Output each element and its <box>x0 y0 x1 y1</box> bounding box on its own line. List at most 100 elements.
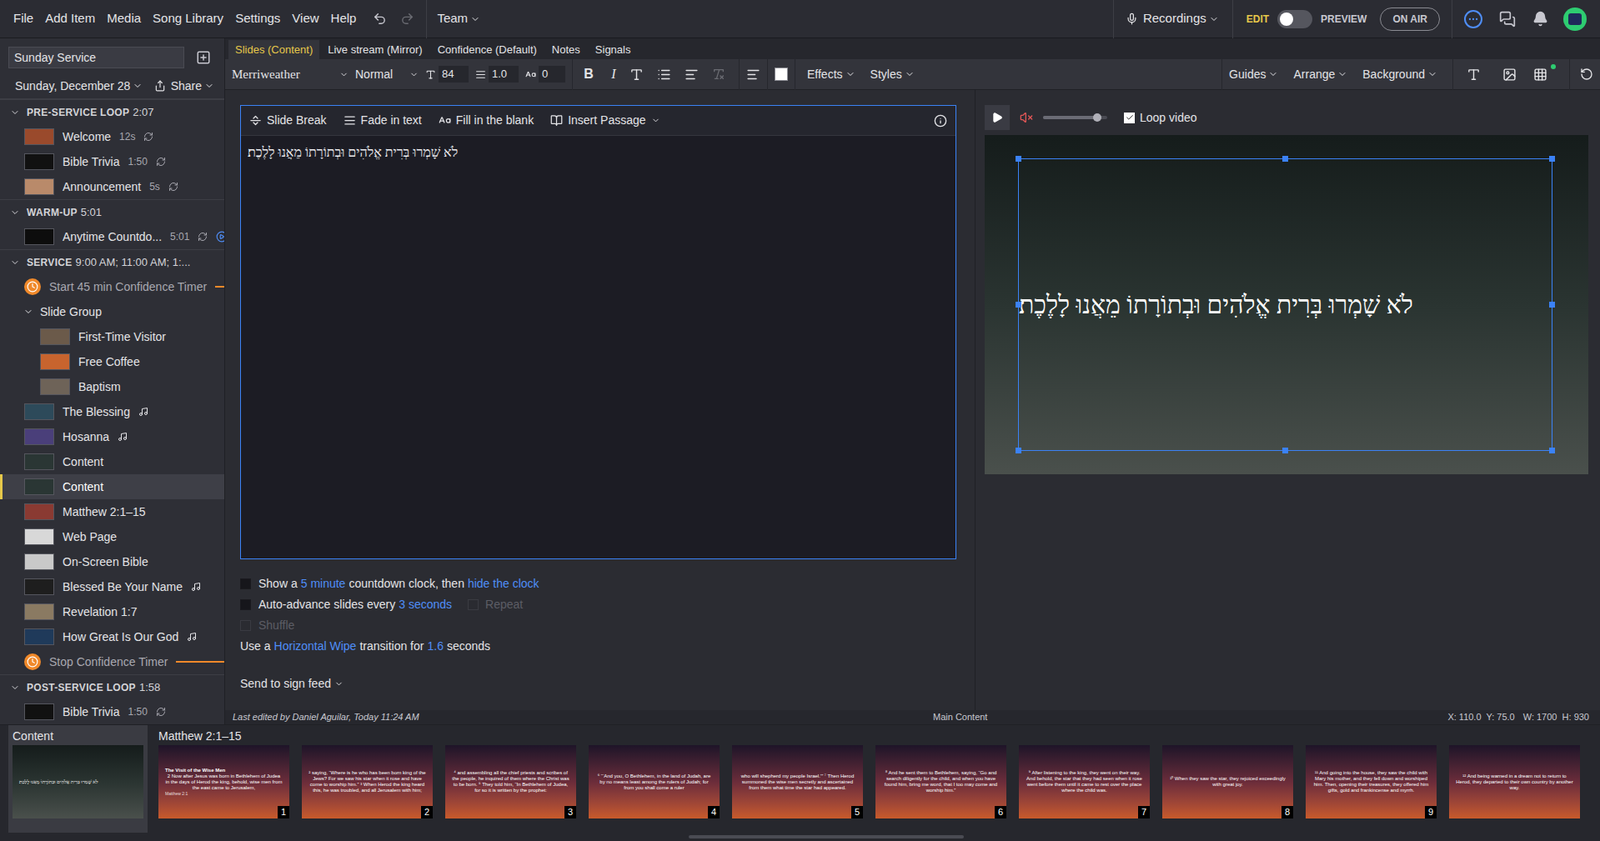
menu-item[interactable]: Settings <box>235 9 281 29</box>
tab[interactable]: Live stream (Mirror) <box>321 40 429 60</box>
sidebar-item[interactable]: Anytime Countdo...5:01 <box>0 224 225 250</box>
recordings-dropdown[interactable]: Recordings <box>1125 9 1219 29</box>
section-header[interactable]: SERVICE9:00 AM; 11:00 AM; 1:... <box>0 249 225 275</box>
more-button[interactable] <box>1464 10 1483 29</box>
option-link[interactable]: 5 minute <box>300 575 347 593</box>
avatar-icon[interactable] <box>1563 7 1587 31</box>
editor-tool[interactable]: Slide Break <box>249 111 327 130</box>
expand-icon[interactable] <box>10 207 21 218</box>
text-color-picker[interactable] <box>774 67 788 81</box>
resize-handle[interactable] <box>1549 301 1555 308</box>
chat-icon[interactable] <box>1499 10 1516 28</box>
text-box-icon[interactable] <box>1466 67 1481 82</box>
editor-tool[interactable]: Insert Passage <box>550 111 660 130</box>
sidebar-item[interactable]: Matthew 2:1–15 <box>0 499 225 525</box>
menu-item[interactable]: Help <box>331 9 357 29</box>
mute-icon[interactable] <box>1019 110 1034 125</box>
slide-thumbnail[interactable]: ⁹ After listening to the king, they went… <box>1018 745 1150 819</box>
timer-row[interactable]: Start 45 min Confidence Timer <box>0 274 225 300</box>
option-link[interactable]: Horizontal Wipe <box>274 637 357 656</box>
font-select[interactable]: Merriweather <box>231 65 349 85</box>
option-link[interactable]: hide the clock <box>467 575 540 593</box>
share-button[interactable]: Share <box>154 77 215 96</box>
share-dropdown[interactable]: Share <box>170 77 215 96</box>
option-checkbox[interactable] <box>240 599 251 611</box>
slide-thumbnail[interactable]: who will shepherd my people Israel.’” ⁷ … <box>732 745 863 819</box>
resize-handle[interactable] <box>1282 447 1289 454</box>
option-checkbox[interactable] <box>240 578 251 590</box>
section-header[interactable]: PRE-SERVICE LOOP2:07 <box>0 99 225 125</box>
menu-item[interactable]: File <box>13 9 34 29</box>
slide-thumbnail[interactable]: לֹא שָׁמְרוּ בְּרִית אֱלֹהִים וּבְתוֹרָת… <box>12 745 144 819</box>
sidebar-item[interactable]: Revelation 1:7 <box>0 599 225 625</box>
loop-checkbox[interactable] <box>1123 112 1135 124</box>
list-icon[interactable] <box>657 67 672 82</box>
slide-thumbnail[interactable]: The Visit of the Wise Men2 Now after Jes… <box>158 745 290 819</box>
expand-icon[interactable] <box>23 306 34 317</box>
bell-icon[interactable] <box>1532 10 1549 27</box>
sidebar-item[interactable]: Bible Trivia1:50 <box>0 149 225 175</box>
mode-switch[interactable] <box>1277 10 1313 29</box>
tab[interactable]: Signals <box>588 40 638 60</box>
editor-tool[interactable]: Fade in text <box>343 111 422 130</box>
recordings-menu[interactable]: Recordings <box>1143 9 1219 29</box>
expand-icon[interactable] <box>10 107 21 118</box>
spacing-input[interactable]: 0 <box>538 65 566 83</box>
reset-icon[interactable] <box>1579 67 1594 81</box>
tab[interactable]: Notes <box>545 40 587 60</box>
timer-row[interactable]: Stop Confidence Timer <box>0 649 225 675</box>
sidebar-item[interactable]: How Great Is Our God <box>0 624 225 650</box>
slide-thumbnail[interactable]: ¹¹ And going into the house, they saw th… <box>1305 745 1437 819</box>
sidebar-item[interactable]: On-Screen Bible <box>0 549 225 575</box>
weight-select[interactable]: Normal <box>355 65 419 84</box>
guides-menu[interactable]: Guides <box>1228 65 1279 84</box>
slide-text-input[interactable]: לֹא שָׁמְרוּ בְּרִית אֱלֹהִים וּבְתוֹרָת… <box>240 135 956 559</box>
sidebar-item[interactable]: Web Page <box>0 524 225 550</box>
sidebar-item[interactable]: First-Time Visitor <box>0 324 225 350</box>
image-icon[interactable] <box>1502 67 1517 82</box>
volume-slider[interactable] <box>1043 115 1108 120</box>
sidebar-item[interactable]: Free Coffee <box>0 349 225 375</box>
line-height-input[interactable]: 1.0 <box>488 65 519 83</box>
slide-thumbnail[interactable]: ⁸ And he sent them to Bethlehem, saying,… <box>875 745 1007 819</box>
sidebar-item[interactable]: Baptism <box>0 374 225 400</box>
text-case-icon[interactable] <box>629 67 644 82</box>
styles-menu[interactable]: Styles <box>870 65 915 84</box>
date-picker[interactable]: Sunday, December 28 <box>10 77 143 96</box>
slide-thumbnail[interactable]: ⁴ and assembling all the chief priests a… <box>445 745 577 819</box>
sidebar-item[interactable]: The Blessing <box>0 399 225 425</box>
menu-item[interactable]: View <box>291 9 319 29</box>
menu-item[interactable]: Song Library <box>152 9 224 29</box>
align-icon[interactable] <box>746 67 761 82</box>
group-row[interactable]: Slide Group <box>0 299 225 325</box>
section-header[interactable]: POST-SERVICE LOOP1:58 <box>0 674 225 700</box>
menu-item[interactable]: Media <box>106 9 141 29</box>
arrange-menu[interactable]: Arrange <box>1293 65 1348 84</box>
resize-handle[interactable] <box>1015 155 1022 162</box>
italic-button[interactable]: I <box>604 64 623 85</box>
sidebar-item[interactable]: Content <box>0 474 225 500</box>
date-dropdown[interactable]: Sunday, December 28 <box>15 77 143 96</box>
slide-thumbnail[interactable]: ⁶ “‘And you, O Bethlehem, in the land of… <box>588 745 720 819</box>
undo-icon[interactable] <box>372 11 387 26</box>
option-link[interactable]: 1.6 <box>426 637 443 656</box>
sidebar-item[interactable]: Bible Trivia1:50 <box>0 699 225 725</box>
background-menu[interactable]: Background <box>1362 65 1438 84</box>
on-air-button[interactable]: ON AIR <box>1379 7 1440 31</box>
tab[interactable]: Slides (Content) <box>228 40 320 60</box>
indent-icon[interactable] <box>684 67 699 82</box>
team-dropdown[interactable]: Team <box>436 9 481 29</box>
resize-handle[interactable] <box>1282 155 1289 162</box>
text-box[interactable]: לֹא שָׁמְרוּ בְּרִית אֱלֹהִים וּבְתוֹרָת… <box>1018 158 1553 452</box>
sidebar-item[interactable]: Content <box>0 449 225 475</box>
editor-tool[interactable]: Fill in the blank <box>438 111 534 130</box>
sign-feed-dropdown[interactable]: Send to sign feed <box>240 673 975 695</box>
play-button[interactable] <box>984 105 1010 131</box>
redo-icon[interactable] <box>400 11 415 26</box>
bold-button[interactable]: B <box>579 64 598 85</box>
font-size-input[interactable]: 84 <box>438 65 469 83</box>
sidebar-item[interactable]: Hosanna <box>0 424 225 450</box>
expand-icon[interactable] <box>10 257 21 268</box>
sidebar-item[interactable]: Blessed Be Your Name <box>0 574 225 600</box>
resize-handle[interactable] <box>1015 447 1022 454</box>
